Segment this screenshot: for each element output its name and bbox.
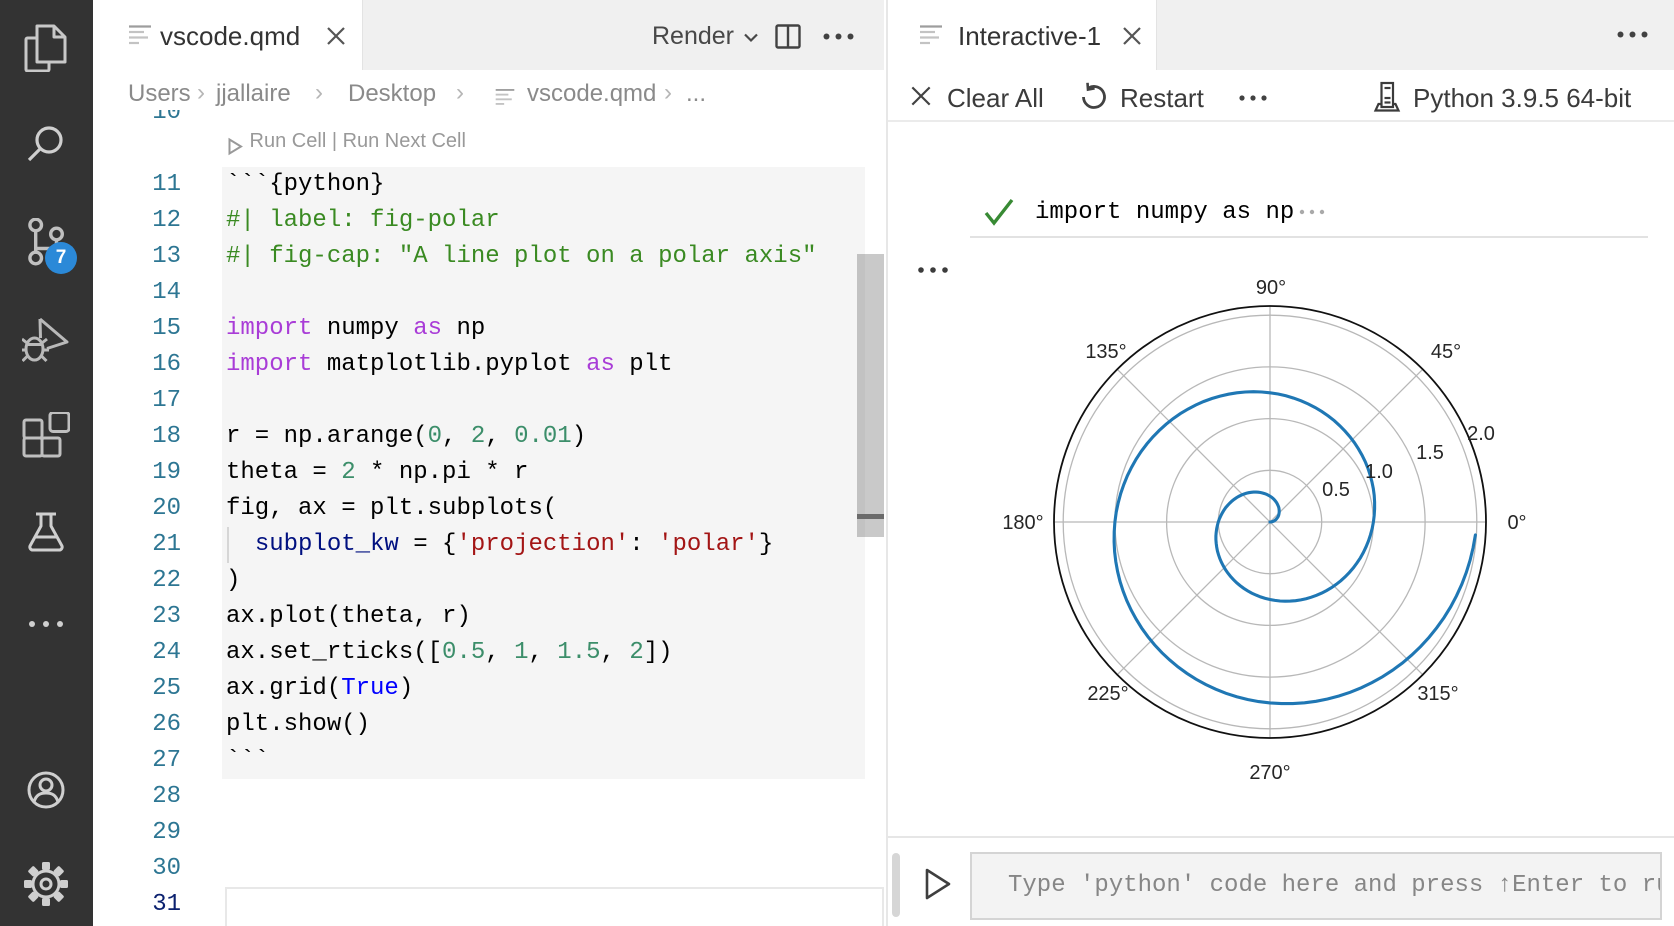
svg-text:45°: 45° xyxy=(1431,341,1461,363)
svg-text:0°: 0° xyxy=(1507,512,1526,534)
svg-text:1.0: 1.0 xyxy=(1365,461,1393,483)
svg-text:0.5: 0.5 xyxy=(1322,479,1350,501)
svg-text:135°: 135° xyxy=(1085,341,1126,363)
svg-text:225°: 225° xyxy=(1087,683,1128,705)
svg-text:1.5: 1.5 xyxy=(1416,442,1444,464)
svg-text:270°: 270° xyxy=(1249,762,1290,782)
svg-text:315°: 315° xyxy=(1417,683,1458,705)
svg-text:180°: 180° xyxy=(1002,512,1043,534)
svg-text:90°: 90° xyxy=(1256,277,1286,299)
svg-text:2.0: 2.0 xyxy=(1467,423,1495,445)
